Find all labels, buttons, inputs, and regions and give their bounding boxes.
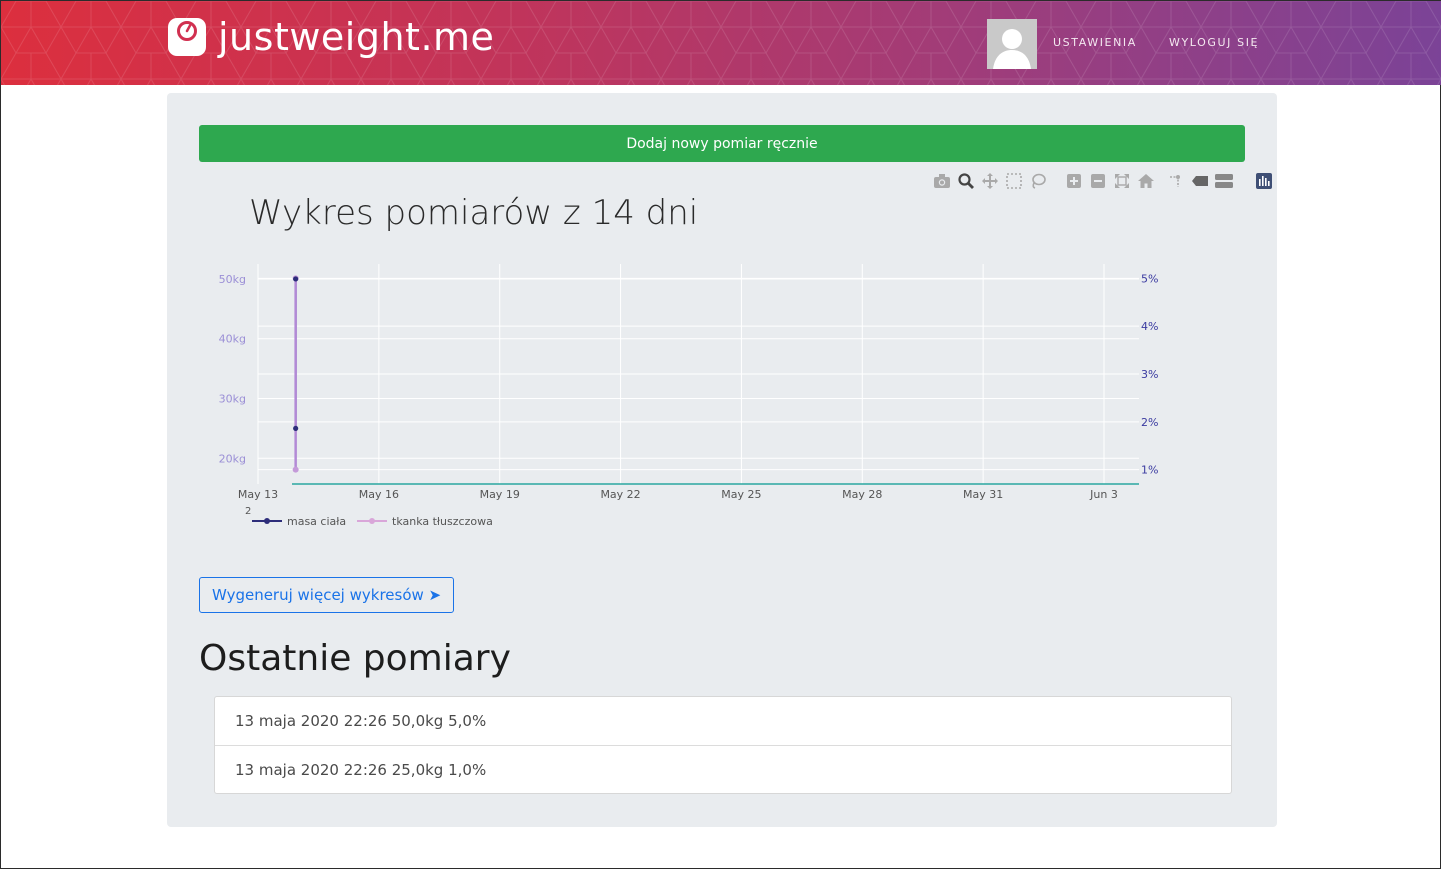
x-tick-label: May 22 [600,488,640,501]
y-left-tick-label: 50kg [219,273,246,286]
legend-label-masa: masa ciała [287,515,346,528]
top-navbar: justweight.me USTAWIENIA WYLOGUJ SIĘ [1,1,1441,85]
series-point-masa [293,425,299,432]
y-right-tick-label: 5% [1141,272,1158,285]
nav-settings-link[interactable]: USTAWIENIA [1053,36,1137,49]
y-right-tick-label: 1% [1141,464,1158,477]
list-item[interactable]: 13 maja 2020 22:26 50,0kg 5,0% [215,697,1231,745]
x-tick-label: May 31 [963,488,1003,501]
list-item[interactable]: 13 maja 2020 22:26 25,0kg 1,0% [215,745,1231,793]
y-right-tick-label: 3% [1141,368,1158,381]
y-left-tick-label: 30kg [219,393,246,406]
y-right-tick-label: 4% [1141,320,1158,333]
y-right-tick-label: 2% [1141,416,1158,429]
legend-label-tkanka: tkanka tłuszczowa [392,515,493,528]
recent-measurements-heading: Ostatnie pomiary [199,638,511,679]
x-tick-label: May 13 [238,488,278,501]
avatar[interactable] [987,19,1037,69]
x-tick-label: May 19 [480,488,520,501]
legend-marker-masa [264,518,270,524]
main-card: Dodaj nowy pomiar ręcznie Wykres pomiaró… [167,93,1277,827]
brand-logo-link[interactable]: justweight.me [166,15,494,59]
measurement-chart: May 13 May 16 May 19 May 22 May 25 May 28 May … [219,264,1158,528]
x-tick-label: Jun 3 [1089,488,1118,501]
y-left-tick-label: 40kg [219,333,246,346]
series-point-tkanka [292,466,299,473]
measurements-list: 13 maja 2020 22:26 50,0kg 5,0% 13 maja 2… [214,696,1232,794]
y-left-tick-label: 20kg [219,452,246,465]
user-silhouette-icon [993,29,1031,69]
generate-more-charts-button[interactable]: Wygeneruj więcej wykresów ➤ [199,577,455,613]
x-tick-label: May 16 [359,488,399,501]
x-tick-label: May 28 [842,488,882,501]
legend-marker-tkanka [369,518,375,524]
scale-icon [168,18,206,56]
brand-name: justweight.me [218,15,495,59]
nav-logout-link[interactable]: WYLOGUJ SIĘ [1169,36,1259,49]
x-tick-sublabel: 2 [245,506,251,517]
x-tick-label: May 25 [721,488,761,501]
series-point-masa [293,276,299,282]
